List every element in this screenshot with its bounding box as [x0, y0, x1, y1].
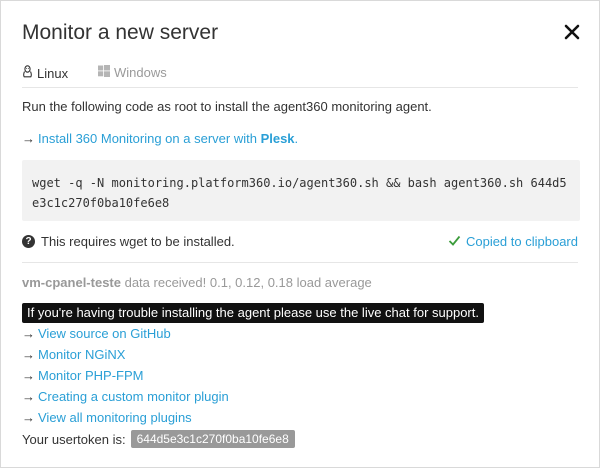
link-all-plugins[interactable]: → View all monitoring plugins [22, 410, 192, 425]
arrow-right-icon: → [22, 389, 35, 404]
status-divider [22, 262, 578, 263]
arrow-right-icon: → [22, 368, 35, 383]
support-tooltip: If you're having trouble installing the … [22, 303, 484, 323]
checkmark-icon [448, 234, 461, 249]
link-label: View all monitoring plugins [38, 410, 192, 425]
tab-linux-label: Linux [37, 65, 69, 81]
link-monitor-nginx[interactable]: → Monitor NGiNX [22, 347, 125, 362]
tabs-divider [22, 87, 578, 88]
link-github[interactable]: → View source on GitHub [22, 326, 171, 341]
data-received-status: vm-cpanel-teste data received! 0.1, 0.12… [22, 275, 372, 290]
usertoken-row: Your usertoken is: 644d5e3c1c270f0ba10fe… [22, 430, 295, 448]
tab-windows[interactable]: Windows [98, 65, 167, 80]
usertoken-label: Your usertoken is: [22, 431, 126, 447]
question-circle-icon: ? [22, 235, 35, 248]
arrow-right-icon: → [22, 131, 35, 146]
tab-windows-label: Windows [114, 65, 167, 80]
status-text: data received! 0.1, 0.12, 0.18 load aver… [120, 275, 372, 290]
link-label: Monitor NGiNX [38, 347, 126, 362]
server-name: vm-cpanel-teste [22, 275, 121, 290]
link-monitor-php-fpm[interactable]: → Monitor PHP-FPM [22, 368, 143, 383]
copied-text: Copied to clipboard [465, 234, 578, 249]
info-row: ? This requires wget to be installed. Co… [22, 234, 578, 252]
install-code-block[interactable]: wget -q -N monitoring.platform360.io/age… [22, 160, 580, 221]
close-icon[interactable] [559, 19, 585, 45]
requirement-text: This requires wget to be installed. [41, 234, 235, 249]
arrow-right-icon: → [22, 410, 35, 425]
plesk-link-prefix: Install 360 Monitoring on a server with [38, 131, 261, 146]
plesk-link-bold: Plesk [260, 131, 295, 146]
monitor-server-modal: Monitor a new server Linux Windows Run t… [0, 0, 600, 468]
arrow-right-icon: → [22, 347, 35, 362]
plesk-install-link[interactable]: → Install 360 Monitoring on a server with… [22, 131, 298, 146]
link-custom-plugin[interactable]: → Creating a custom monitor plugin [22, 389, 229, 404]
usertoken-badge[interactable]: 644d5e3c1c270f0ba10fe6e8 [130, 430, 295, 448]
arrow-right-icon: → [22, 326, 35, 341]
copied-to-clipboard[interactable]: Copied to clipboard [448, 234, 578, 249]
linux-penguin-icon [22, 65, 33, 81]
link-label: Monitor PHP-FPM [38, 368, 144, 383]
link-label: View source on GitHub [38, 326, 171, 341]
modal-title: Monitor a new server [22, 21, 219, 44]
install-command[interactable]: wget -q -N monitoring.platform360.io/age… [32, 173, 570, 213]
tab-linux[interactable]: Linux [22, 65, 68, 81]
install-instructions: Run the following code as root to instal… [22, 99, 432, 114]
plesk-link-suffix: . [294, 131, 299, 146]
windows-logo-icon [98, 65, 110, 80]
link-label: Creating a custom monitor plugin [38, 389, 229, 404]
requirement-note: ? This requires wget to be installed. [22, 234, 235, 249]
